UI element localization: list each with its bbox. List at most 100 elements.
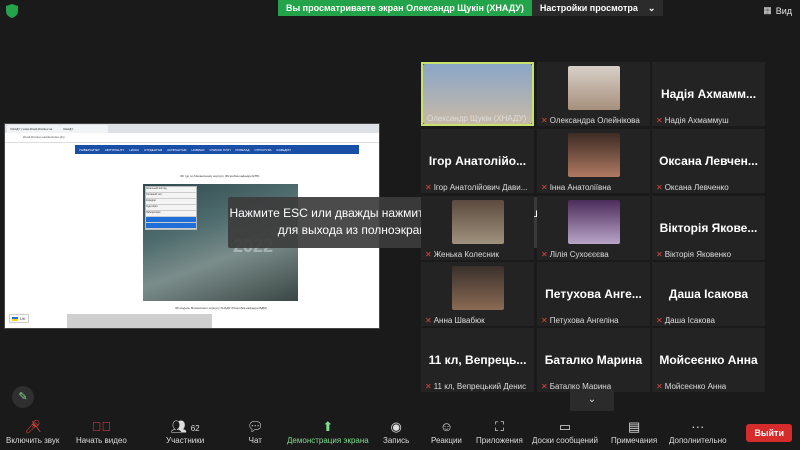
apps-icon: ⛶ <box>494 419 504 434</box>
participant-label-text: Лілія Сухоєєєва <box>549 250 609 259</box>
nav-link[interactable]: КАФЕДРИ <box>277 148 291 152</box>
record-icon: ◉ <box>390 419 402 434</box>
nav-link[interactable]: СПИСОК ГРУП <box>209 148 230 152</box>
apps-button[interactable]: ⛶ Приложения <box>476 418 523 445</box>
participant-tile[interactable]: ✕ Лілія Сухоєєєва <box>537 196 650 260</box>
participant-tile[interactable]: ✕ Женька Колесник <box>421 196 534 260</box>
nav-link[interactable]: АБІТУРІЄНТУ <box>105 148 124 152</box>
mic-muted-icon: ✕ <box>656 382 663 391</box>
participant-label-text: Оксана Левченко <box>664 183 729 192</box>
participant-tile[interactable]: Вікторія Якове... ✕ Вікторія Яковенко <box>652 196 765 260</box>
apps-label: Приложения <box>476 436 523 445</box>
participant-tile[interactable]: Олександр Щукін (ХНАДУ) <box>421 62 534 126</box>
smile-icon: ☺ <box>439 419 454 434</box>
participant-video <box>451 200 504 244</box>
mic-muted-icon: ✕ <box>656 116 663 125</box>
browser-tab[interactable]: ХНАДУ <box>60 125 108 133</box>
participant-label: ✕ Лілія Сухоєєєва <box>541 250 609 259</box>
participants-count: 62 <box>190 424 200 433</box>
participant-label: ✕ 11 кл, Вепрецький Денис <box>425 382 526 391</box>
view-label: Вид <box>775 5 792 16</box>
mic-muted-icon: ✕ <box>541 250 548 259</box>
nav-link[interactable]: НОВИНИ <box>191 148 204 152</box>
view-options-button[interactable]: Настройки просмотра ⌄ <box>531 0 664 16</box>
leave-button[interactable]: Выйти <box>746 424 792 442</box>
nav-link[interactable]: РОЗКЛАД <box>236 148 250 152</box>
view-options-label: Настройки просмотра <box>539 3 638 13</box>
participant-label: ✕ Петухова Ангеліна <box>541 316 619 325</box>
nav-link[interactable]: СТУДЕНТАМ <box>144 148 162 152</box>
participant-name: Вікторія Якове... <box>659 221 758 235</box>
language-switcher[interactable]: UK <box>9 314 29 323</box>
participant-tile[interactable]: ✕ Олександра Олейнікова <box>537 62 650 126</box>
participant-label: ✕ Женька Колесник <box>425 250 499 259</box>
participants-button[interactable]: 👥︎ 62 Участники <box>166 418 204 445</box>
participant-tile[interactable]: Баталко Марина ✕ Баталко Марина <box>537 328 650 392</box>
participant-label-text: Вікторія Яковенко <box>664 250 732 259</box>
participant-label: ✕ Оксана Левченко <box>656 183 729 192</box>
participant-name: Оксана Левчен... <box>659 154 758 168</box>
participant-tile[interactable]: Оксана Левчен... ✕ Оксана Левченко <box>652 129 765 193</box>
participant-tile[interactable]: ✕ Анна Швабюк <box>421 262 534 326</box>
participant-tile[interactable]: 11 кл, Вепрець... ✕ 11 кл, Вепрецький Дени… <box>421 328 534 392</box>
browser-tab[interactable]: ХНАДУ | www.khadi.kharkov.ua <box>7 125 60 133</box>
participant-label-text: Даша Ісакова <box>664 316 715 325</box>
mic-muted-icon: ✕ <box>541 316 548 325</box>
share-screen-icon: ⬆ <box>322 419 334 434</box>
unmute-label: Включить звук <box>6 436 60 445</box>
view-button[interactable]: ▦ Вид <box>763 5 792 16</box>
participant-tile[interactable]: Надія Ахмамм... ✕ Надія Ахмаммуш <box>652 62 765 126</box>
chat-icon: 💬︎ <box>247 419 264 434</box>
chevron-down-icon[interactable]: ⌄ <box>570 389 614 411</box>
participant-tile[interactable]: Мойсеєнко Анна ✕ Мойсеєнко Анна <box>652 328 765 392</box>
nav-link[interactable]: НАУКА <box>129 148 139 152</box>
language-label: UK <box>20 316 26 321</box>
participant-video <box>451 266 504 310</box>
participant-label-text: Олександра Олейнікова <box>549 116 640 125</box>
record-button[interactable]: ◉ Запись <box>383 418 409 445</box>
pencil-icon[interactable]: ✎ <box>12 386 34 408</box>
participant-tile[interactable]: Ігор Анатолійо... ✕ Ігор Анатолійович Дави… <box>421 129 534 193</box>
participants-label: Участники <box>166 436 205 445</box>
video-off-icon: ▭⃥ <box>91 419 112 434</box>
tour-menu-item[interactable] <box>146 223 196 229</box>
nav-link[interactable]: СТРУКТУРА <box>254 148 271 152</box>
participant-name: 11 кл, Вепрець... <box>428 353 527 367</box>
participant-label: ✕ Ігор Анатолійович Дави... <box>425 183 527 192</box>
participant-tile[interactable]: Петухова Анге... ✕ Петухова Ангеліна <box>537 262 650 326</box>
whiteboards-button[interactable]: ▭ Доски сообщений <box>532 418 598 445</box>
participant-label-text: Петухова Ангеліна <box>549 316 619 325</box>
tour-menu: Загальний вигляд Головний хол Коридор Ау… <box>145 186 197 230</box>
participant-name: Ігор Анатолійо... <box>428 154 527 168</box>
participant-label-text: Інна Анатоліївна <box>549 183 612 192</box>
share-screen-label: Демонстрация экрана <box>287 436 369 445</box>
site-nav: УНІВЕРСИТЕТ АБІТУРІЄНТУ НАУКА СТУДЕНТАМ … <box>75 145 359 154</box>
participant-video <box>567 66 620 110</box>
participant-tile[interactable]: Даша Ісакова ✕ Даша Ісакова <box>652 262 765 326</box>
start-video-button[interactable]: ▭⃥ Начать видео <box>76 418 127 445</box>
browser-tabs: ХНАДУ | www.khadi.kharkov.ua ХНАДУ <box>5 124 379 133</box>
participant-label-text: 11 кл, Вепрецький Денис <box>433 382 527 391</box>
share-screen-button[interactable]: ⬆ Демонстрация экрана <box>287 418 369 445</box>
chat-button[interactable]: 💬︎ Чат <box>247 418 264 445</box>
whiteboard-icon: ▭ <box>558 419 572 434</box>
start-video-label: Начать видео <box>76 436 127 445</box>
unmute-button[interactable]: 🎤︎⃥ Включить звук <box>6 418 59 445</box>
more-label: Дополнительно <box>669 436 727 445</box>
caption: 3D модель Механічного корпусу ХНАДУ (Роз… <box>175 306 267 310</box>
more-button[interactable]: ··· Дополнительно <box>669 418 727 445</box>
participant-tile[interactable]: ✕ Інна Анатоліївна <box>537 129 650 193</box>
flag-icon <box>12 316 18 321</box>
nav-link[interactable]: АСПІРАНТАМ <box>167 148 186 152</box>
reactions-button[interactable]: ☺ Реакции <box>431 418 462 445</box>
grid-icon: ▦ <box>763 5 772 15</box>
participant-label: ✕ Даша Ісакова <box>656 316 715 325</box>
participant-label-text: Олександр Щукін (ХНАДУ) <box>427 114 527 123</box>
record-label: Запись <box>383 436 410 445</box>
mic-muted-icon: ✕ <box>425 382 432 391</box>
meeting-toolbar: 🎤︎⃥ Включить звук ▭⃥ Начать видео 👥︎ 62 … <box>0 412 800 450</box>
address-bar[interactable]: khadi.kharkov.ua/site/index.php <box>5 133 379 143</box>
notes-button[interactable]: ▤ Примечания <box>611 418 657 445</box>
more-icon: ··· <box>691 419 705 434</box>
nav-link[interactable]: УНІВЕРСИТЕТ <box>79 148 100 152</box>
